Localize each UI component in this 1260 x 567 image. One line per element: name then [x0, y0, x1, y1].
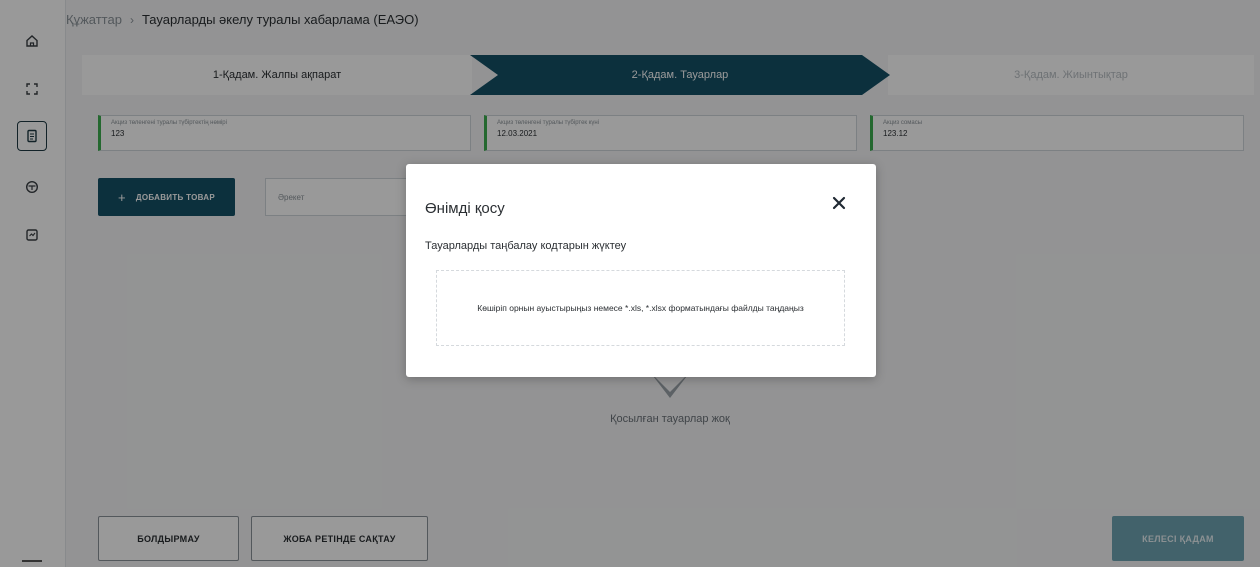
dropzone-text: Көшіріп орнын ауыстырыңыз немесе *.xls, … [477, 303, 804, 313]
modal-subtitle: Тауарларды таңбалау кодтарын жүктеу [425, 240, 627, 252]
file-dropzone[interactable]: Көшіріп орнын ауыстырыңыз немесе *.xls, … [436, 270, 845, 346]
modal-title: Өнімді қосу [425, 200, 505, 217]
close-icon[interactable] [830, 194, 848, 212]
add-product-modal: Өнімді қосу Тауарларды таңбалау кодтарын… [406, 164, 876, 377]
